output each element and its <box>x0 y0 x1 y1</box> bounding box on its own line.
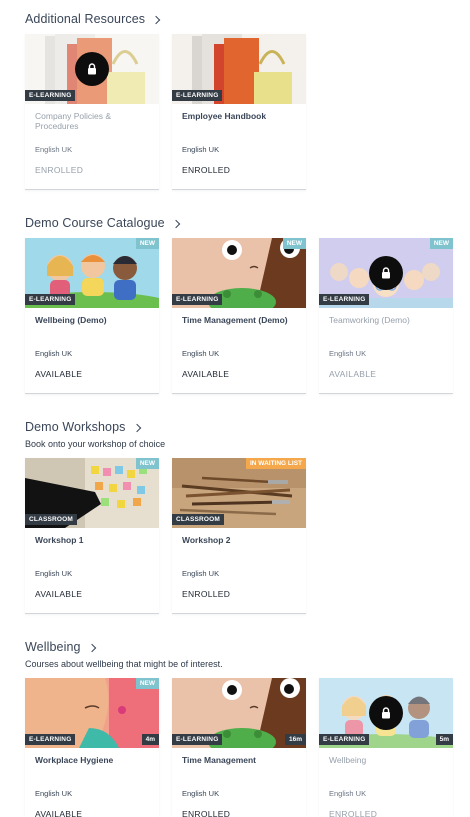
course-language: English UK <box>329 789 367 798</box>
course-card[interactable]: E-LEARNING 16m Time Management English U… <box>172 678 306 817</box>
section-title: Wellbeing <box>25 640 81 654</box>
course-title: Teamworking (Demo) <box>329 315 410 325</box>
course-card[interactable]: E-LEARNING NEW Time Management (Demo) En… <box>172 238 306 394</box>
course-title: Employee Handbook <box>182 111 267 121</box>
duration-badge: 5m <box>435 734 453 745</box>
duration-badge: 4m <box>141 734 159 745</box>
lock-icon <box>75 52 109 86</box>
type-tag: E-LEARNING <box>319 294 370 305</box>
course-title: Workplace Hygiene <box>35 755 114 765</box>
course-card[interactable]: E-LEARNING Employee Handbook English UK … <box>172 34 306 190</box>
chevron-right-icon <box>132 423 141 432</box>
course-status: ENROLLED <box>35 165 84 175</box>
type-tag: E-LEARNING <box>172 294 223 305</box>
course-language: English UK <box>182 789 220 798</box>
lock-icon <box>369 256 403 290</box>
new-badge: NEW <box>135 458 159 469</box>
course-status: AVAILABLE <box>35 369 83 379</box>
section-header-link[interactable]: Demo Workshops <box>25 420 141 434</box>
course-thumbnail: E-LEARNING <box>25 34 159 104</box>
waiting-list-badge: IN WAITING LIST <box>246 458 306 469</box>
course-title: Workshop 1 <box>35 535 84 545</box>
new-badge: NEW <box>282 238 306 249</box>
duration-badge: 16m <box>284 734 306 745</box>
course-language: English UK <box>329 349 367 358</box>
new-badge: NEW <box>429 238 453 249</box>
chevron-right-icon <box>151 15 161 24</box>
course-status: ENROLLED <box>329 809 378 817</box>
course-status: ENROLLED <box>182 589 231 599</box>
type-tag: E-LEARNING <box>25 294 76 305</box>
new-badge: NEW <box>135 678 159 689</box>
course-card[interactable]: E-LEARNING 5m Wellbeing English UK ENROL… <box>319 678 453 817</box>
course-card[interactable]: CLASSROOM NEW Workshop 1 English UK AVAI… <box>25 458 159 614</box>
course-language: English UK <box>182 569 220 578</box>
course-thumbnail: E-LEARNING NEW 4m <box>25 678 159 748</box>
section-header-link[interactable]: Demo Course Catalogue <box>25 216 180 230</box>
course-status: AVAILABLE <box>329 369 377 379</box>
lock-icon <box>369 696 403 730</box>
course-thumbnail: CLASSROOM IN WAITING LIST <box>172 458 306 528</box>
chevron-right-icon <box>171 219 180 228</box>
course-status: AVAILABLE <box>35 809 83 817</box>
course-card[interactable]: E-LEARNING NEW Teamworking (Demo) Englis… <box>319 238 453 394</box>
course-status: AVAILABLE <box>35 589 83 599</box>
section-title: Demo Workshops <box>25 420 126 434</box>
course-title: Wellbeing (Demo) <box>35 315 107 325</box>
course-language: English UK <box>35 569 73 578</box>
course-thumbnail: E-LEARNING NEW <box>25 238 159 308</box>
course-status: ENROLLED <box>182 165 231 175</box>
course-card[interactable]: E-LEARNING NEW Wellbeing (Demo) English … <box>25 238 159 394</box>
section-subtitle: Courses about wellbeing that might be of… <box>25 659 223 669</box>
type-tag: CLASSROOM <box>25 514 78 525</box>
section-title: Demo Course Catalogue <box>25 216 165 230</box>
course-language: English UK <box>182 349 220 358</box>
course-title: Time Management <box>182 755 257 765</box>
section-title: Additional Resources <box>25 12 146 26</box>
course-thumbnail: E-LEARNING NEW <box>172 238 306 308</box>
course-language: English UK <box>35 789 73 798</box>
course-card[interactable]: E-LEARNING Company Policies & Procedures… <box>25 34 159 190</box>
type-tag: E-LEARNING <box>319 734 370 745</box>
course-thumbnail: E-LEARNING 5m <box>319 678 453 748</box>
course-title: Company Policies & Procedures <box>35 111 112 131</box>
type-tag: CLASSROOM <box>172 514 225 525</box>
course-language: English UK <box>35 145 73 154</box>
course-language: English UK <box>35 349 73 358</box>
course-status: ENROLLED <box>182 809 231 817</box>
course-title: Time Management (Demo) <box>182 315 288 325</box>
section-subtitle: Book onto your workshop of choice <box>25 439 166 449</box>
type-tag: E-LEARNING <box>25 90 76 101</box>
type-tag: E-LEARNING <box>172 734 223 745</box>
new-badge: NEW <box>135 238 159 249</box>
section-header-link[interactable]: Additional Resources <box>25 12 161 26</box>
section-header-link[interactable]: Wellbeing <box>25 640 96 654</box>
course-status: AVAILABLE <box>182 369 230 379</box>
course-title: Wellbeing <box>329 755 367 765</box>
type-tag: E-LEARNING <box>25 734 76 745</box>
course-language: English UK <box>182 145 220 154</box>
course-thumbnail: E-LEARNING NEW <box>319 238 453 308</box>
course-thumbnail: E-LEARNING <box>172 34 306 104</box>
chevron-right-icon <box>87 643 96 652</box>
course-title: Workshop 2 <box>182 535 231 545</box>
type-tag: E-LEARNING <box>172 90 223 101</box>
course-card[interactable]: CLASSROOM IN WAITING LIST Workshop 2 Eng… <box>172 458 306 614</box>
course-thumbnail: E-LEARNING 16m <box>172 678 306 748</box>
course-thumbnail: CLASSROOM NEW <box>25 458 159 528</box>
course-card[interactable]: E-LEARNING NEW 4m Workplace Hygiene Engl… <box>25 678 159 817</box>
